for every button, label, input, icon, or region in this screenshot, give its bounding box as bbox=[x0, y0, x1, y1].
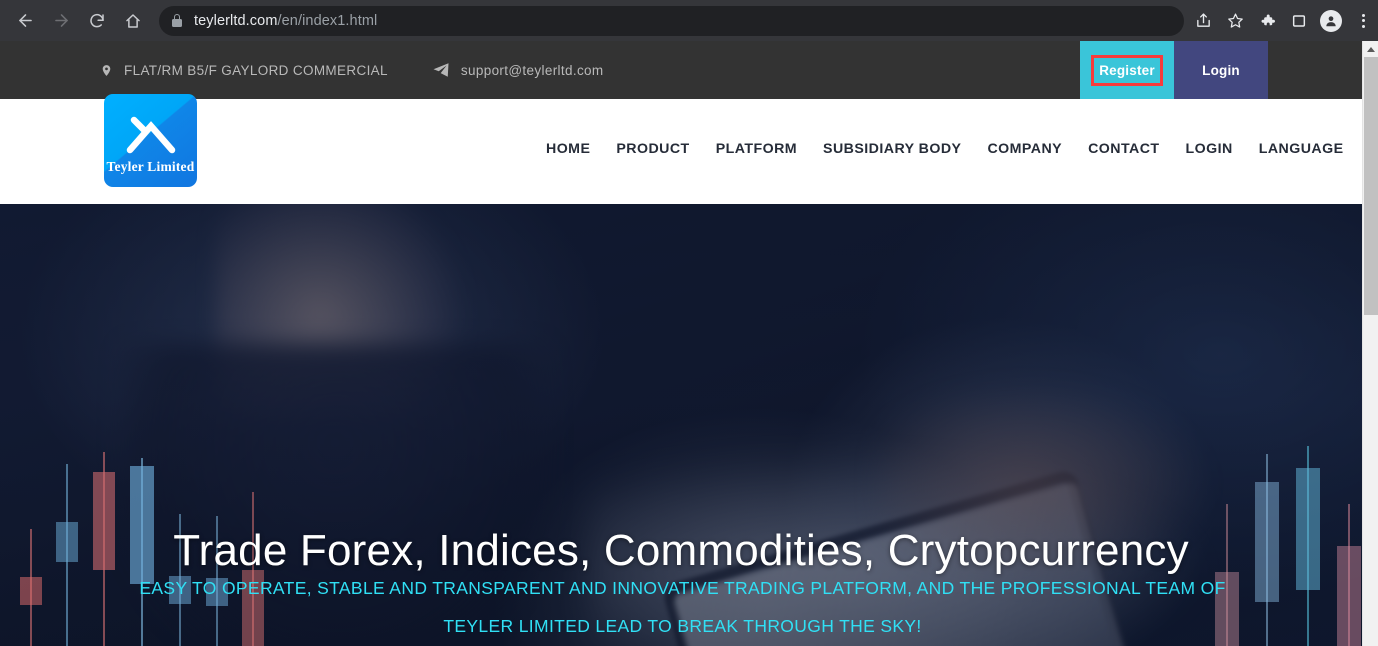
forward-arrow-icon[interactable] bbox=[44, 4, 78, 38]
nav-item-platform[interactable]: PLATFORM bbox=[703, 141, 810, 157]
nav-item-home[interactable]: HOME bbox=[533, 141, 603, 157]
topbar-address: FLAT/RM B5/F GAYLORD COMMERCIAL bbox=[100, 62, 388, 79]
site-topbar: FLAT/RM B5/F GAYLORD COMMERCIAL support@… bbox=[0, 41, 1362, 99]
hero-subtitle: EASY TO OPERATE, STABLE AND TRANSPARENT … bbox=[139, 578, 1226, 636]
hero-banner: Trade Forex, Indices, Commodities, Cryto… bbox=[0, 204, 1362, 646]
topbar-address-text: FLAT/RM B5/F GAYLORD COMMERCIAL bbox=[124, 62, 388, 78]
hero-content: Trade Forex, Indices, Commodities, Cryto… bbox=[0, 204, 1362, 646]
browser-nav-buttons bbox=[0, 4, 150, 38]
browser-toolbar: teylerltd.com/en/index1.html bbox=[0, 0, 1378, 41]
map-pin-icon bbox=[100, 62, 113, 79]
nav-item-contact[interactable]: CONTACT bbox=[1075, 141, 1172, 157]
register-button-label: Register bbox=[1099, 62, 1155, 78]
reload-icon[interactable] bbox=[80, 4, 114, 38]
scroll-up-arrow-icon[interactable] bbox=[1363, 41, 1378, 57]
browser-action-icons bbox=[1188, 6, 1378, 36]
main-navigation: HOME PRODUCT PLATFORM SUBSIDIARY BODY CO… bbox=[533, 141, 1357, 157]
nav-item-product[interactable]: PRODUCT bbox=[603, 141, 702, 157]
login-button-label: Login bbox=[1202, 62, 1240, 78]
url-path: /en/index1.html bbox=[277, 12, 378, 29]
topbar-email-text: support@teylerltd.com bbox=[460, 62, 604, 78]
nav-item-company[interactable]: COMPANY bbox=[974, 141, 1075, 157]
site-logo-text: Teyler Limited bbox=[106, 159, 195, 174]
puzzle-piece-icon[interactable] bbox=[1252, 6, 1282, 36]
site-header: Teyler Limited HOME PRODUCT PLATFORM SUB… bbox=[0, 94, 1362, 204]
address-bar[interactable]: teylerltd.com/en/index1.html bbox=[159, 5, 1184, 36]
mountain-logo-icon bbox=[126, 116, 176, 154]
topbar-auth-buttons: Register Login bbox=[1080, 41, 1268, 99]
paper-plane-icon bbox=[432, 61, 450, 79]
page-scrollbar[interactable] bbox=[1362, 41, 1378, 646]
star-icon[interactable] bbox=[1220, 6, 1250, 36]
login-button[interactable]: Login bbox=[1174, 41, 1268, 99]
side-panel-icon[interactable] bbox=[1284, 6, 1314, 36]
profile-avatar-icon[interactable] bbox=[1316, 6, 1346, 36]
nav-item-language[interactable]: LANGUAGE bbox=[1246, 141, 1357, 157]
nav-item-login[interactable]: LOGIN bbox=[1173, 141, 1246, 157]
site-logo[interactable]: Teyler Limited bbox=[104, 94, 197, 187]
scrollbar-thumb[interactable] bbox=[1364, 57, 1378, 315]
url-text: teylerltd.com/en/index1.html bbox=[194, 13, 377, 29]
topbar-contact-info: FLAT/RM B5/F GAYLORD COMMERCIAL support@… bbox=[100, 61, 604, 79]
topbar-email: support@teylerltd.com bbox=[432, 61, 604, 79]
home-icon[interactable] bbox=[116, 4, 150, 38]
back-arrow-icon[interactable] bbox=[8, 4, 42, 38]
three-dot-menu-icon[interactable] bbox=[1348, 6, 1378, 36]
share-icon[interactable] bbox=[1188, 6, 1218, 36]
lock-icon bbox=[171, 13, 183, 28]
page-viewport: FLAT/RM B5/F GAYLORD COMMERCIAL support@… bbox=[0, 41, 1362, 646]
register-button[interactable]: Register bbox=[1080, 41, 1174, 99]
url-domain: teylerltd.com bbox=[194, 12, 278, 29]
nav-item-subsidiary-body[interactable]: SUBSIDIARY BODY bbox=[810, 141, 974, 157]
